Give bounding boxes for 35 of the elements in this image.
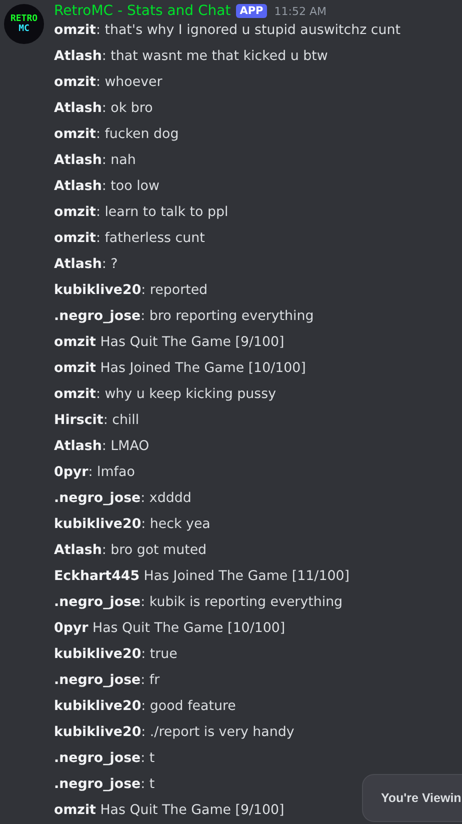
chat-line: Atlash: too low (54, 178, 160, 196)
author-name[interactable]: RetroMC - Stats and Chat (54, 3, 231, 19)
chat-line: Atlash: ? (54, 256, 119, 274)
chat-line: .negro_jose: fr (54, 672, 161, 690)
chat-line: kubiklive20: good feature (54, 698, 237, 716)
chat-line: .negro_jose: kubik is reporting everything (54, 594, 344, 612)
chat-line: Eckhart445 Has Joined The Game [11/100] (54, 568, 350, 586)
chat-line: .negro_jose: t (54, 750, 156, 768)
chat-line: omzit: that's why I ignored u stupid auswitchz cunt (54, 22, 400, 40)
chat-line: omzit Has Quit The Game [9/100] (54, 802, 286, 820)
chat-line: kubiklive20: heck yea (54, 516, 212, 534)
chat-line: kubiklive20: reported (54, 282, 209, 300)
chat-line: omzit: whoever (54, 74, 164, 92)
chat-line: omzit Has Quit The Game [9/100] (54, 334, 286, 352)
chat-line: Hirscit: chill (54, 412, 140, 430)
chat-line: omzit: fucken dog (54, 126, 180, 144)
chat-line: .negro_jose: xdddd (54, 490, 192, 508)
chat-line: omzit: fatherless cunt (54, 230, 206, 248)
toast-text: You're Viewin (381, 791, 462, 805)
chat-line: .negro_jose: bro reporting everything (54, 308, 315, 326)
chat-line: kubiklive20: ./report is very handy (54, 724, 296, 742)
chat-line: Atlash: nah (54, 152, 137, 170)
app-tag: APP (236, 4, 268, 18)
chat-line: omzit: why u keep kicking pussy (54, 386, 277, 404)
chat-line: 0pyr: lmfao (54, 464, 136, 482)
bot-avatar[interactable]: RETRO MC (4, 4, 44, 44)
chat-line: Atlash: LMAO (54, 438, 150, 456)
chat-line: Atlash: bro got muted (54, 542, 208, 560)
chat-line: Atlash: that wasnt me that kicked u btw (54, 48, 329, 66)
chat-line: Atlash: ok bro (54, 100, 154, 118)
chat-line: 0pyr Has Quit The Game [10/100] (54, 620, 286, 638)
timestamp: 11:52 AM (274, 4, 326, 18)
chat-line: omzit: learn to talk to ppl (54, 204, 230, 222)
chat-line: kubiklive20: true (54, 646, 178, 664)
chat-line: omzit Has Joined The Game [10/100] (54, 360, 307, 378)
